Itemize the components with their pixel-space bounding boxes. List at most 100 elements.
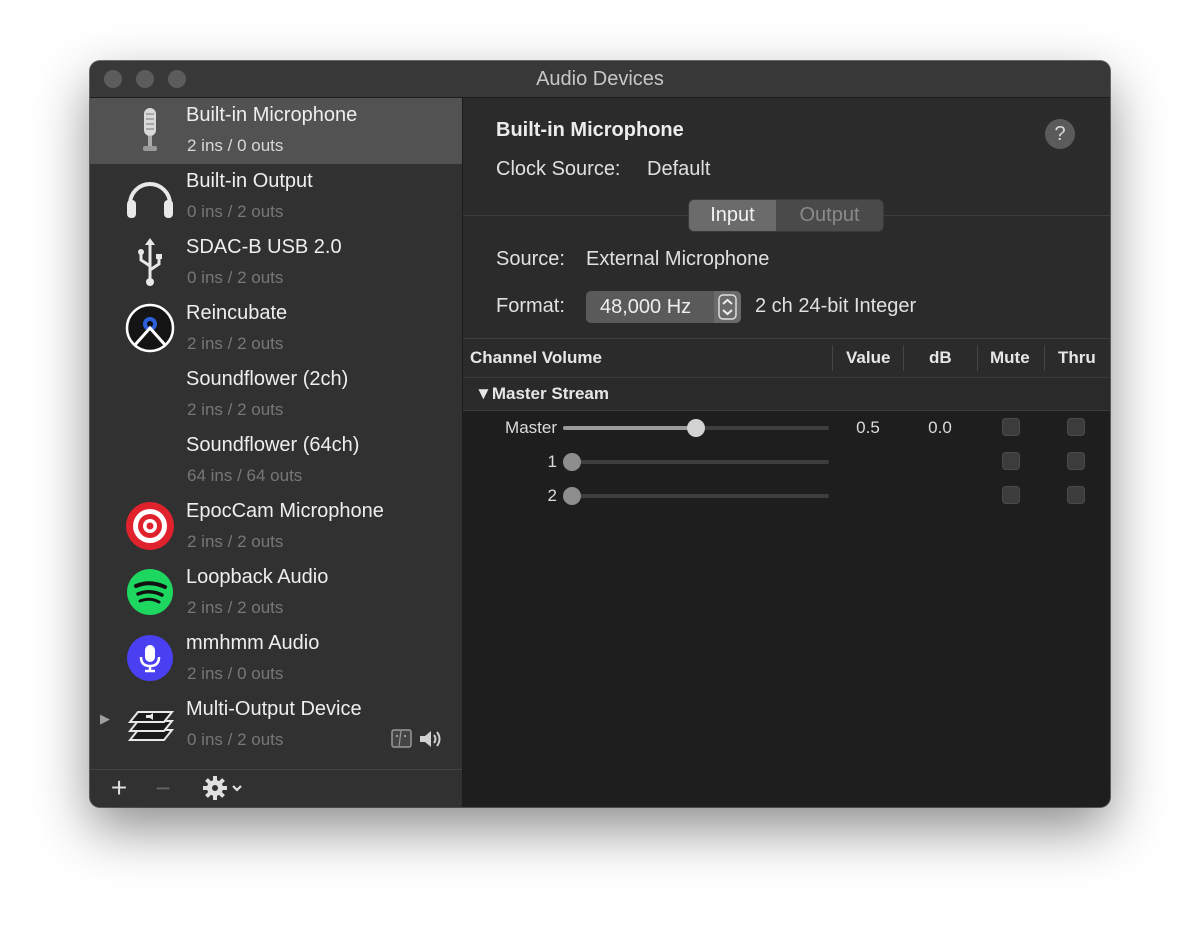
device-name: Loopback Audio — [186, 566, 329, 588]
value-cell: 0.5 — [856, 418, 880, 437]
sidebar-toolbar: + − — [90, 769, 462, 807]
table-row: 1 — [463, 445, 1110, 479]
headphones-icon — [127, 182, 173, 218]
device-item-multi-output-device[interactable]: ▶ Multi-Output Device 0 ins / 2 outs — [90, 692, 462, 758]
column-header-channel-volume[interactable]: Channel Volume — [470, 339, 602, 377]
device-name: Multi-Output Device — [186, 698, 362, 720]
tab-input[interactable]: Input — [689, 200, 776, 231]
device-item-mmhmm-audio[interactable]: mmhmm Audio 2 ins / 0 outs — [90, 626, 462, 692]
mmhmm-mic-icon — [127, 635, 173, 681]
device-item-reincubate[interactable]: Reincubate 2 ins / 2 outs — [90, 296, 462, 362]
device-item-epoccam-microphone[interactable]: EpocCam Microphone 2 ins / 2 outs — [90, 494, 462, 560]
device-name: Soundflower (64ch) — [186, 434, 360, 456]
slider-knob[interactable] — [563, 453, 581, 471]
device-io: 2 ins / 2 outs — [187, 400, 284, 419]
slider-fill — [563, 426, 696, 430]
epoccam-icon — [126, 502, 174, 550]
device-io: 2 ins / 0 outs — [187, 136, 284, 155]
column-divider — [832, 345, 833, 371]
column-header-thru[interactable]: Thru — [1058, 339, 1096, 377]
volume-slider[interactable] — [563, 419, 829, 437]
clock-source-value[interactable]: Default — [647, 158, 710, 181]
column-header-db[interactable]: dB — [929, 339, 952, 377]
select-arrows — [714, 291, 741, 323]
window-title: Audio Devices — [536, 68, 664, 90]
device-io: 2 ins / 2 outs — [187, 532, 284, 551]
tab-output[interactable]: Output — [776, 200, 883, 231]
device-title: Built-in Microphone — [496, 119, 684, 141]
device-item-sdac-b-usb[interactable]: SDAC-B USB 2.0 0 ins / 2 outs — [90, 230, 462, 296]
disclosure-triangle-icon[interactable]: ▶ — [100, 711, 110, 727]
thru-checkbox[interactable] — [1067, 452, 1085, 470]
mute-checkbox[interactable] — [1002, 486, 1020, 504]
mute-checkbox[interactable] — [1002, 452, 1020, 470]
sample-rate-select[interactable]: 48,000 Hz — [586, 291, 741, 323]
audio-devices-window: Audio Devices Built-in Microphone 2 ins … — [90, 61, 1110, 807]
device-io: 2 ins / 2 outs — [187, 598, 284, 617]
multi-output-icon — [127, 711, 175, 741]
device-name: EpocCam Microphone — [186, 500, 384, 522]
device-name: mmhmm Audio — [186, 632, 320, 654]
device-item-soundflower-64ch[interactable]: Soundflower (64ch) 64 ins / 64 outs — [90, 428, 462, 494]
microphone-icon — [143, 108, 157, 151]
column-header-value[interactable]: Value — [846, 339, 890, 377]
clock-source-label: Clock Source: — [496, 158, 621, 180]
up-down-chevron-icon — [718, 294, 737, 320]
channel-label: Master — [505, 418, 557, 437]
master-stream-group[interactable]: ▼Master Stream — [463, 378, 1110, 411]
device-io: 0 ins / 2 outs — [187, 268, 284, 287]
column-divider — [1044, 345, 1045, 371]
device-sidebar: Built-in Microphone 2 ins / 0 outs Built… — [90, 98, 463, 807]
device-item-built-in-output[interactable]: Built-in Output 0 ins / 2 outs — [90, 164, 462, 230]
volume-slider[interactable] — [563, 487, 829, 505]
device-io: 0 ins / 2 outs — [187, 730, 284, 749]
column-header-mute[interactable]: Mute — [990, 339, 1030, 377]
device-list: Built-in Microphone 2 ins / 0 outs Built… — [90, 98, 462, 768]
mute-checkbox[interactable] — [1002, 418, 1020, 436]
title-bar: Audio Devices — [90, 61, 1110, 98]
spotify-icon — [127, 569, 173, 615]
source-label: Source: — [496, 248, 565, 270]
help-button[interactable]: ? — [1045, 119, 1075, 149]
reincubate-icon — [125, 303, 175, 353]
table-row: Master 0.5 0.0 — [463, 411, 1110, 445]
channel-label: 2 — [547, 486, 557, 505]
usb-icon — [138, 238, 162, 286]
thru-checkbox[interactable] — [1067, 418, 1085, 436]
remove-device-button[interactable]: − — [148, 773, 178, 803]
device-name: SDAC-B USB 2.0 — [186, 236, 342, 258]
device-name: Reincubate — [186, 302, 288, 324]
device-name: Built-in Output — [186, 170, 313, 192]
device-io: 64 ins / 64 outs — [187, 466, 303, 485]
slider-knob[interactable] — [687, 419, 705, 437]
db-cell: 0.0 — [928, 418, 952, 437]
source-value[interactable]: External Microphone — [586, 248, 769, 271]
column-divider — [977, 345, 978, 371]
volume-slider[interactable] — [563, 453, 829, 471]
gear-icon — [203, 776, 242, 800]
channel-label: 1 — [547, 452, 557, 471]
column-divider — [903, 345, 904, 371]
table-row: 2 — [463, 479, 1110, 513]
device-io: 2 ins / 2 outs — [187, 334, 284, 353]
add-device-button[interactable]: + — [104, 772, 134, 803]
format-description: 2 ch 24-bit Integer — [755, 295, 917, 317]
slider-knob[interactable] — [563, 487, 581, 505]
device-item-loopback-audio[interactable]: Loopback Audio 2 ins / 2 outs — [90, 560, 462, 626]
thru-checkbox[interactable] — [1067, 486, 1085, 504]
format-label: Format: — [496, 295, 565, 317]
device-detail-pane: Built-in Microphone ? Clock Source: Defa… — [463, 98, 1110, 807]
sample-rate-value: 48,000 Hz — [600, 296, 692, 318]
group-label: ▼Master Stream — [475, 384, 609, 403]
device-name: Built-in Microphone — [186, 104, 358, 126]
device-item-built-in-microphone[interactable]: Built-in Microphone 2 ins / 0 outs — [90, 98, 462, 164]
speaker-icon — [420, 731, 441, 747]
finder-icon — [391, 729, 412, 748]
device-item-soundflower-2ch[interactable]: Soundflower (2ch) 2 ins / 2 outs — [90, 362, 462, 428]
channel-volume-table-header: Channel Volume Value dB Mute Thru — [463, 338, 1110, 379]
action-menu-button[interactable] — [200, 774, 248, 802]
input-output-segmented-control[interactable]: Input Output — [689, 200, 883, 231]
device-io: 2 ins / 0 outs — [187, 664, 284, 683]
device-status-icons — [388, 727, 444, 751]
device-io: 0 ins / 2 outs — [187, 202, 284, 221]
